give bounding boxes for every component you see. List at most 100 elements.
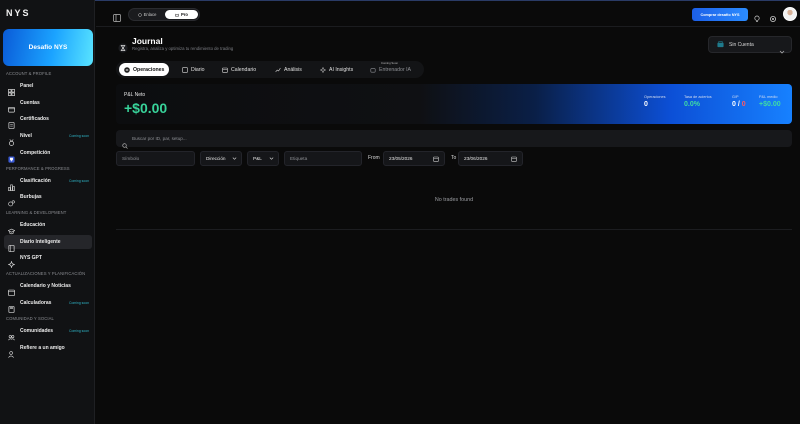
sidebar-item-label: Educación xyxy=(20,222,46,228)
account-select-value: Sin Cuenta xyxy=(729,41,754,48)
stat-avg-pnl: P&L medio +$0.00 xyxy=(759,95,781,108)
tag-filter-input[interactable]: Etiqueta xyxy=(284,151,362,166)
from-date-input[interactable]: 23/05/2026 xyxy=(383,151,445,166)
direction-select[interactable]: Dirección xyxy=(200,151,242,166)
tab-ai-insights[interactable]: AI Insights xyxy=(319,63,353,76)
crown-icon xyxy=(175,13,179,16)
sidebar-item-panel[interactable]: Panel xyxy=(4,79,92,96)
lightbulb-icon[interactable] xyxy=(753,10,761,22)
stat-label: G/P xyxy=(732,95,739,99)
tab-diario[interactable]: Diario xyxy=(182,63,205,76)
tab-label: Análisis xyxy=(284,66,302,73)
link-icon xyxy=(137,12,142,17)
tab-calendario[interactable]: Calendario xyxy=(222,63,256,76)
empty-state-message: No trades found xyxy=(434,197,474,203)
top-bar: Enlace Pro Comprar desafío NYS xyxy=(96,1,800,27)
chevron-down-icon xyxy=(779,42,785,54)
stat-gain-loss: G/P 0 / 0 xyxy=(732,95,746,108)
community-icon xyxy=(8,328,15,340)
tab-operaciones[interactable]: Operaciones xyxy=(119,63,170,76)
pnl-select[interactable]: P&L xyxy=(247,151,279,166)
sidebar-item-label: Clasificación xyxy=(20,178,51,184)
journal-page: Journal Registra, analiza y optimiza tu … xyxy=(96,28,800,424)
to-date-value: 23/06/2026 xyxy=(464,156,488,161)
settings-icon[interactable] xyxy=(769,10,777,22)
app-logo[interactable]: NYS xyxy=(6,8,31,18)
sidebar-item-calculadoras[interactable]: Calculadoras Coming soon xyxy=(4,296,92,313)
sidebar-item-certificados[interactable]: Certificados xyxy=(4,112,92,129)
stat-value: 0 xyxy=(644,101,648,108)
stat-value: 0.0% xyxy=(684,101,700,108)
sidebar-item-label: Cuentas xyxy=(20,100,40,106)
list-icon xyxy=(124,66,130,73)
sidebar-item-nivel[interactable]: Nivel Coming soon xyxy=(4,129,92,146)
sidebar-item-cuentas[interactable]: Cuentas xyxy=(4,96,92,112)
ai-spark-icon xyxy=(7,255,16,268)
tab-entrenador-ia[interactable]: Coming Soon Entrenador IA xyxy=(370,61,412,76)
sidebar-item-competicion[interactable]: Competición xyxy=(4,146,92,163)
sidebar-toggle-icon[interactable] xyxy=(113,9,121,22)
sidebar-item-clasificacion[interactable]: Clasificación Coming soon xyxy=(4,174,92,191)
certificate-icon xyxy=(8,116,15,129)
sidebar-item-label: Competición xyxy=(20,150,51,156)
buy-challenge-button[interactable]: Comprar desafío NYS xyxy=(692,8,748,21)
mode-enlace-button[interactable]: Enlace xyxy=(131,10,163,19)
sidebar-item-refiere-amigo[interactable]: Refiere a un amigo xyxy=(4,341,92,358)
sidebar-item-label: Nivel xyxy=(20,133,32,139)
from-label: From xyxy=(368,155,380,161)
section-title: COMUNIDAD Y SOCIAL xyxy=(6,316,54,321)
bubbles-icon xyxy=(8,194,15,206)
trade-search-input[interactable]: Buscar por ID, par, setup... xyxy=(116,130,792,149)
sidebar-item-comunidades[interactable]: Comunidades Coming soon xyxy=(4,324,92,340)
wallet-icon xyxy=(8,100,15,112)
sidebar-item-label: Comunidades xyxy=(20,328,54,334)
calendar-icon xyxy=(8,283,15,296)
pnl-value: +$0.00 xyxy=(124,100,168,116)
tab-label: Diario xyxy=(191,66,205,73)
symbol-filter-input[interactable]: Símbolo xyxy=(116,151,195,166)
stat-label: P&L medio xyxy=(759,95,778,99)
sidebar-item-diario-inteligente[interactable]: Diario Inteligente xyxy=(4,235,92,252)
chevron-down-icon xyxy=(269,156,274,161)
hourglass-icon xyxy=(118,40,128,53)
sidebar-item-label: Diario Inteligente xyxy=(20,239,61,245)
pnl-select-value: P&L xyxy=(253,156,262,161)
stat-loss: 0 xyxy=(741,101,746,108)
tab-label: Calendario xyxy=(231,66,257,73)
sidebar-item-burbujas[interactable]: Burbujas xyxy=(4,190,92,206)
stat-win-rate: Tasa de aciertos 0.0% xyxy=(684,95,712,108)
mode-pro-button[interactable]: Pro xyxy=(165,10,198,19)
direction-select-value: Dirección xyxy=(206,156,226,161)
calendar-icon xyxy=(433,156,439,162)
tab-analisis[interactable]: Análisis xyxy=(275,63,302,76)
sidebar-item-label: Panel xyxy=(20,83,34,89)
account-select[interactable]: Sin Cuenta xyxy=(708,36,792,54)
account-icon xyxy=(717,41,724,48)
coming-soon-badge: Coming soon xyxy=(69,134,89,138)
calculator-icon xyxy=(8,300,15,313)
to-label: To xyxy=(451,155,457,161)
user-avatar[interactable] xyxy=(783,7,797,21)
sidebar-item-educacion[interactable]: Educación xyxy=(4,218,92,234)
promo-card[interactable]: Desafío NYS xyxy=(3,29,93,66)
sidebar-item-label: Refiere a un amigo xyxy=(20,345,65,351)
trophy-icon xyxy=(8,150,15,163)
sidebar-item-nys-gpt[interactable]: NYS GPT xyxy=(4,251,92,268)
calendar-icon xyxy=(222,67,228,73)
sidebar-item-label: NYS GPT xyxy=(20,255,42,261)
to-date-input[interactable]: 23/06/2026 xyxy=(458,151,523,166)
section-title: ACTUALIZACIONES Y PLANIFICACIÓN xyxy=(6,271,86,276)
calendar-icon xyxy=(511,156,517,162)
tab-label: Operaciones xyxy=(133,66,165,73)
tab-label: Entrenador IA xyxy=(379,66,412,73)
chevron-down-icon xyxy=(232,156,237,161)
chart-icon xyxy=(275,67,281,73)
book-icon xyxy=(182,66,188,73)
pnl-summary-card: P&L Neto +$0.00 Operaciones 0 Tasa de ac… xyxy=(116,84,792,124)
stat-value: 0 / 0 xyxy=(732,101,746,108)
from-date-value: 23/05/2026 xyxy=(389,156,413,161)
section-title: ACCOUNT & PROFILE xyxy=(6,71,52,76)
sidebar-item-label: Calendario y Noticias xyxy=(20,283,71,289)
sidebar-item-calendario-noticias[interactable]: Calendario y Noticias xyxy=(4,279,92,296)
trades-table: No trades found xyxy=(116,170,792,230)
